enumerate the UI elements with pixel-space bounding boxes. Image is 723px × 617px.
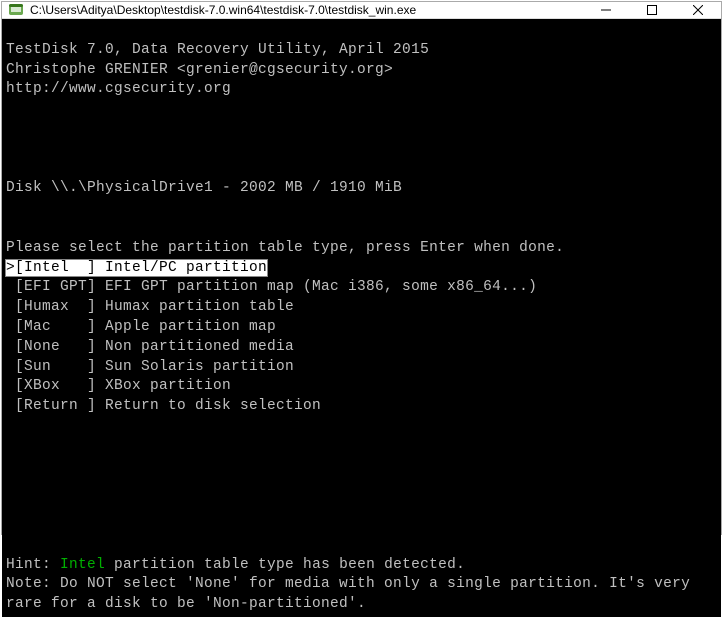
terminal-output[interactable]: TestDisk 7.0, Data Recovery Utility, Apr… [2, 19, 721, 617]
option-row[interactable]: [Humax ] Humax partition table [6, 298, 717, 318]
app-window: C:\Users\Aditya\Desktop\testdisk-7.0.win… [1, 1, 722, 535]
close-icon [693, 5, 703, 15]
header-line-3: http://www.cgsecurity.org [6, 81, 231, 97]
header-line-2: Christophe GRENIER <grenier@cgsecurity.o… [6, 62, 393, 78]
disk-info: Disk \\.\PhysicalDrive1 - 2002 MB / 1910… [6, 180, 402, 196]
blank-line [6, 476, 717, 496]
option-row[interactable]: [XBox ] XBox partition [6, 377, 717, 397]
close-button[interactable] [675, 2, 721, 18]
option-row[interactable]: [Sun ] Sun Solaris partition [6, 358, 717, 378]
window-title: C:\Users\Aditya\Desktop\testdisk-7.0.win… [30, 3, 583, 17]
minimize-button[interactable] [583, 2, 629, 18]
blank-line [6, 437, 717, 457]
window-controls [583, 2, 721, 18]
hint-line: Hint: Intel partition table type has bee… [6, 557, 465, 573]
option-row[interactable]: [EFI GPT] EFI GPT partition map (Mac i38… [6, 278, 717, 298]
option-row[interactable]: [Return ] Return to disk selection [6, 397, 717, 417]
blank-line [6, 516, 717, 536]
maximize-icon [647, 5, 657, 15]
note-text: Note: Do NOT select 'None' for media wit… [6, 576, 690, 612]
blank-line [6, 100, 717, 120]
maximize-button[interactable] [629, 2, 675, 18]
app-icon [8, 2, 24, 18]
blank-line [6, 140, 717, 160]
option-row[interactable]: [Mac ] Apple partition map [6, 318, 717, 338]
header-line-1: TestDisk 7.0, Data Recovery Utility, Apr… [6, 42, 429, 58]
blank-line [6, 199, 717, 219]
option-row[interactable]: [None ] Non partitioned media [6, 338, 717, 358]
minimize-icon [601, 5, 611, 15]
prompt-text: Please select the partition table type, … [6, 240, 564, 256]
detected-type: Intel [60, 557, 105, 573]
titlebar[interactable]: C:\Users\Aditya\Desktop\testdisk-7.0.win… [2, 2, 721, 19]
option-row-selected[interactable]: >[Intel ] Intel/PC partition [6, 259, 717, 279]
